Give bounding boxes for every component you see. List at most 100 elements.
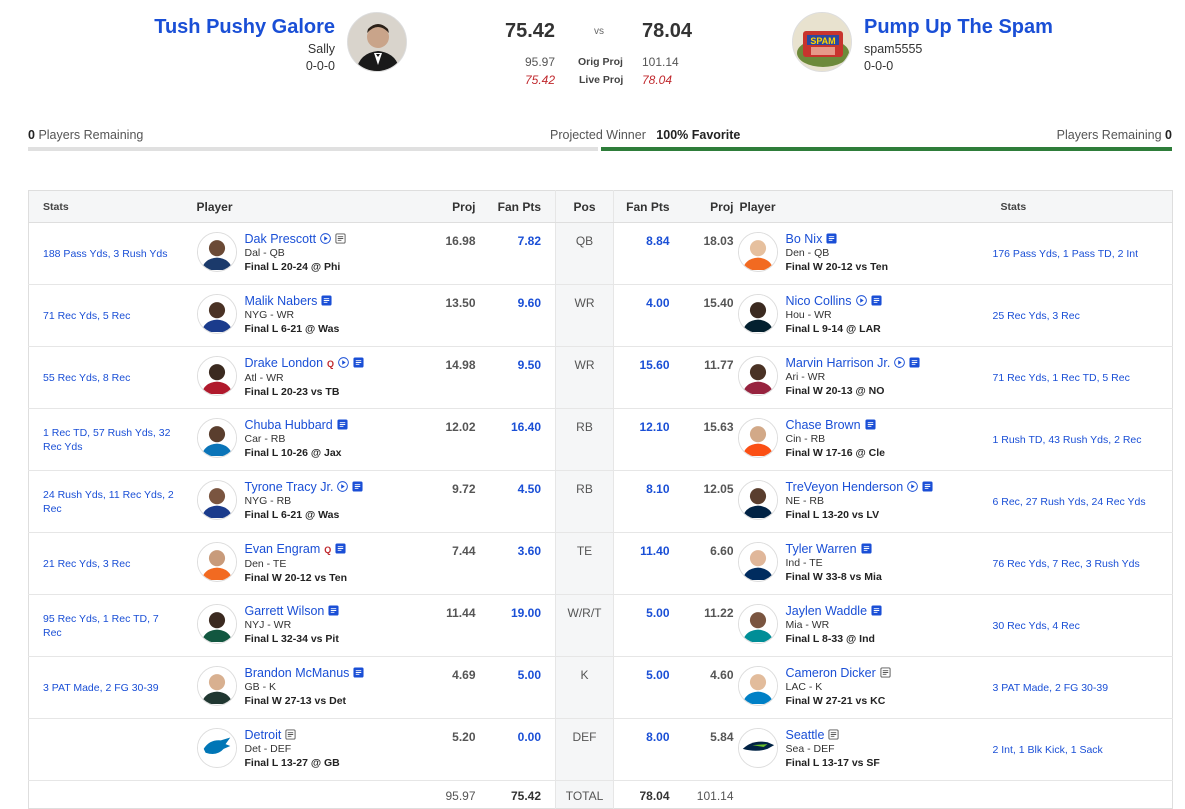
player-name[interactable]: Brandon McManus (245, 666, 350, 680)
fanpts-left[interactable]: 16.40 (485, 408, 556, 471)
player-name[interactable]: Jaylen Waddle (786, 604, 868, 618)
notes-new-icon[interactable] (353, 357, 364, 368)
notes-new-icon[interactable] (871, 605, 882, 616)
player-stats-right[interactable]: 30 Rec Yds, 4 Rec (993, 595, 1173, 656)
right-team-name[interactable]: Pump Up The Spam (864, 16, 1053, 39)
player-stats-left[interactable]: 3 PAT Made, 2 FG 30-39 (29, 657, 189, 718)
notes-new-icon[interactable] (352, 481, 363, 492)
fanpts-header-left[interactable]: Fan Pts (485, 190, 556, 223)
player-stats-right[interactable]: 176 Pass Yds, 1 Pass TD, 2 Int (993, 223, 1173, 284)
game-result[interactable]: Final L 9-14 @ LAR (786, 322, 882, 336)
notes-new-icon[interactable] (321, 295, 332, 306)
player-name[interactable]: Malik Nabers (245, 294, 318, 308)
player-name[interactable]: Detroit (245, 728, 282, 742)
right-team-avatar[interactable]: SPAM (792, 12, 852, 72)
player-headshot[interactable] (196, 480, 237, 520)
fanpts-left[interactable]: 5.00 (485, 656, 556, 719)
notes-new-icon[interactable] (870, 295, 882, 306)
player-headshot[interactable] (737, 356, 778, 396)
fanpts-right[interactable]: 11.40 (613, 532, 684, 595)
proj-header-right[interactable]: Proj (683, 190, 738, 223)
player-headshot[interactable] (196, 728, 237, 768)
player-name[interactable]: Drake London (245, 356, 324, 370)
game-result[interactable]: Final L 20-24 @ Phi (245, 260, 347, 274)
notes-new-icon[interactable] (353, 667, 364, 678)
player-name[interactable]: Marvin Harrison Jr. (786, 356, 891, 370)
fanpts-left[interactable]: 9.60 (485, 284, 556, 347)
notes-new-icon[interactable] (861, 543, 872, 554)
game-result[interactable]: Final L 6-21 @ Was (245, 508, 364, 522)
fanpts-right[interactable]: 5.00 (613, 594, 684, 657)
player-headshot[interactable] (737, 294, 778, 334)
player-headshot[interactable] (196, 418, 237, 458)
notes-icon[interactable] (335, 233, 346, 244)
player-headshot[interactable] (737, 728, 778, 768)
notes-icon[interactable] (880, 667, 891, 678)
player-name[interactable]: Chase Brown (786, 418, 861, 432)
video-play-icon[interactable] (338, 357, 349, 368)
game-result[interactable]: Final L 13-20 vs LV (786, 508, 934, 522)
player-headshot[interactable] (196, 604, 237, 644)
fanpts-left[interactable]: 4.50 (485, 470, 556, 533)
video-play-icon[interactable] (337, 481, 349, 492)
video-play-icon[interactable] (855, 295, 867, 306)
player-headshot[interactable] (196, 542, 237, 582)
game-result[interactable]: Final L 20-23 vs TB (245, 385, 365, 399)
player-stats-left[interactable]: 1 Rec TD, 57 Rush Yds, 32 Rec Yds (29, 409, 189, 470)
left-team-name[interactable]: Tush Pushy Galore (154, 16, 335, 39)
fanpts-right[interactable]: 8.10 (613, 470, 684, 533)
video-play-icon[interactable] (894, 357, 906, 368)
fanpts-left[interactable]: 9.50 (485, 346, 556, 409)
player-stats-left[interactable]: 24 Rush Yds, 11 Rec Yds, 2 Rec (29, 471, 189, 532)
player-name[interactable]: Evan Engram (245, 542, 321, 556)
player-stats-right[interactable]: 71 Rec Yds, 1 Rec TD, 5 Rec (993, 347, 1173, 408)
player-name[interactable]: Cameron Dicker (786, 666, 876, 680)
player-name[interactable]: TreVeyon Henderson (786, 480, 904, 494)
fanpts-left[interactable]: 0.00 (485, 718, 556, 781)
player-name[interactable]: Dak Prescott (245, 232, 317, 246)
game-result[interactable]: Final L 10-26 @ Jax (245, 446, 348, 460)
game-result[interactable]: Final W 17-16 @ Cle (786, 446, 886, 460)
game-result[interactable]: Final W 27-21 vs KC (786, 694, 891, 708)
player-headshot[interactable] (196, 232, 237, 272)
player-headshot[interactable] (737, 418, 778, 458)
player-name[interactable]: Bo Nix (786, 232, 823, 246)
video-play-icon[interactable] (907, 481, 918, 492)
player-headshot[interactable] (196, 666, 237, 706)
game-result[interactable]: Final W 33-8 vs Mia (786, 570, 882, 584)
notes-new-icon[interactable] (922, 481, 933, 492)
fanpts-header-right[interactable]: Fan Pts (613, 190, 684, 223)
player-headshot[interactable] (737, 480, 778, 520)
player-stats-right[interactable]: 76 Rec Yds, 7 Rec, 3 Rush Yds (993, 533, 1173, 594)
game-result[interactable]: Final L 13-27 @ GB (245, 756, 340, 770)
video-play-icon[interactable] (320, 233, 331, 244)
game-result[interactable]: Final W 20-12 vs Ten (786, 260, 889, 274)
game-result[interactable]: Final L 13-17 vs SF (786, 756, 880, 770)
game-result[interactable]: Final W 27-13 vs Det (245, 694, 365, 708)
game-result[interactable]: Final W 20-12 vs Ten (245, 571, 348, 585)
player-name[interactable]: Nico Collins (786, 294, 852, 308)
player-headshot[interactable] (737, 542, 778, 582)
game-result[interactable]: Final L 32-34 vs Pit (245, 632, 340, 646)
fanpts-left[interactable]: 3.60 (485, 532, 556, 595)
player-stats-left[interactable] (29, 719, 189, 780)
notes-new-icon[interactable] (335, 543, 346, 554)
player-name[interactable]: Chuba Hubbard (245, 418, 333, 432)
player-stats-left[interactable]: 188 Pass Yds, 3 Rush Yds (29, 223, 189, 284)
game-result[interactable]: Final L 6-21 @ Was (245, 322, 340, 336)
player-stats-left[interactable]: 71 Rec Yds, 5 Rec (29, 285, 189, 346)
player-name[interactable]: Seattle (786, 728, 825, 742)
player-stats-right[interactable]: 1 Rush TD, 43 Rush Yds, 2 Rec (993, 409, 1173, 470)
notes-icon[interactable] (285, 729, 296, 740)
player-stats-left[interactable]: 55 Rec Yds, 8 Rec (29, 347, 189, 408)
player-stats-right[interactable]: 6 Rec, 27 Rush Yds, 24 Rec Yds (993, 471, 1173, 532)
player-stats-right[interactable]: 3 PAT Made, 2 FG 30-39 (993, 657, 1173, 718)
player-name[interactable]: Garrett Wilson (245, 604, 325, 618)
player-stats-left[interactable]: 21 Rec Yds, 3 Rec (29, 533, 189, 594)
notes-new-icon[interactable] (865, 419, 876, 430)
player-stats-right[interactable]: 2 Int, 1 Blk Kick, 1 Sack (993, 719, 1173, 780)
player-stats-left[interactable]: 95 Rec Yds, 1 Rec TD, 7 Rec (29, 595, 189, 656)
fanpts-right[interactable]: 8.84 (613, 222, 684, 285)
notes-new-icon[interactable] (909, 357, 920, 368)
notes-new-icon[interactable] (826, 233, 837, 244)
